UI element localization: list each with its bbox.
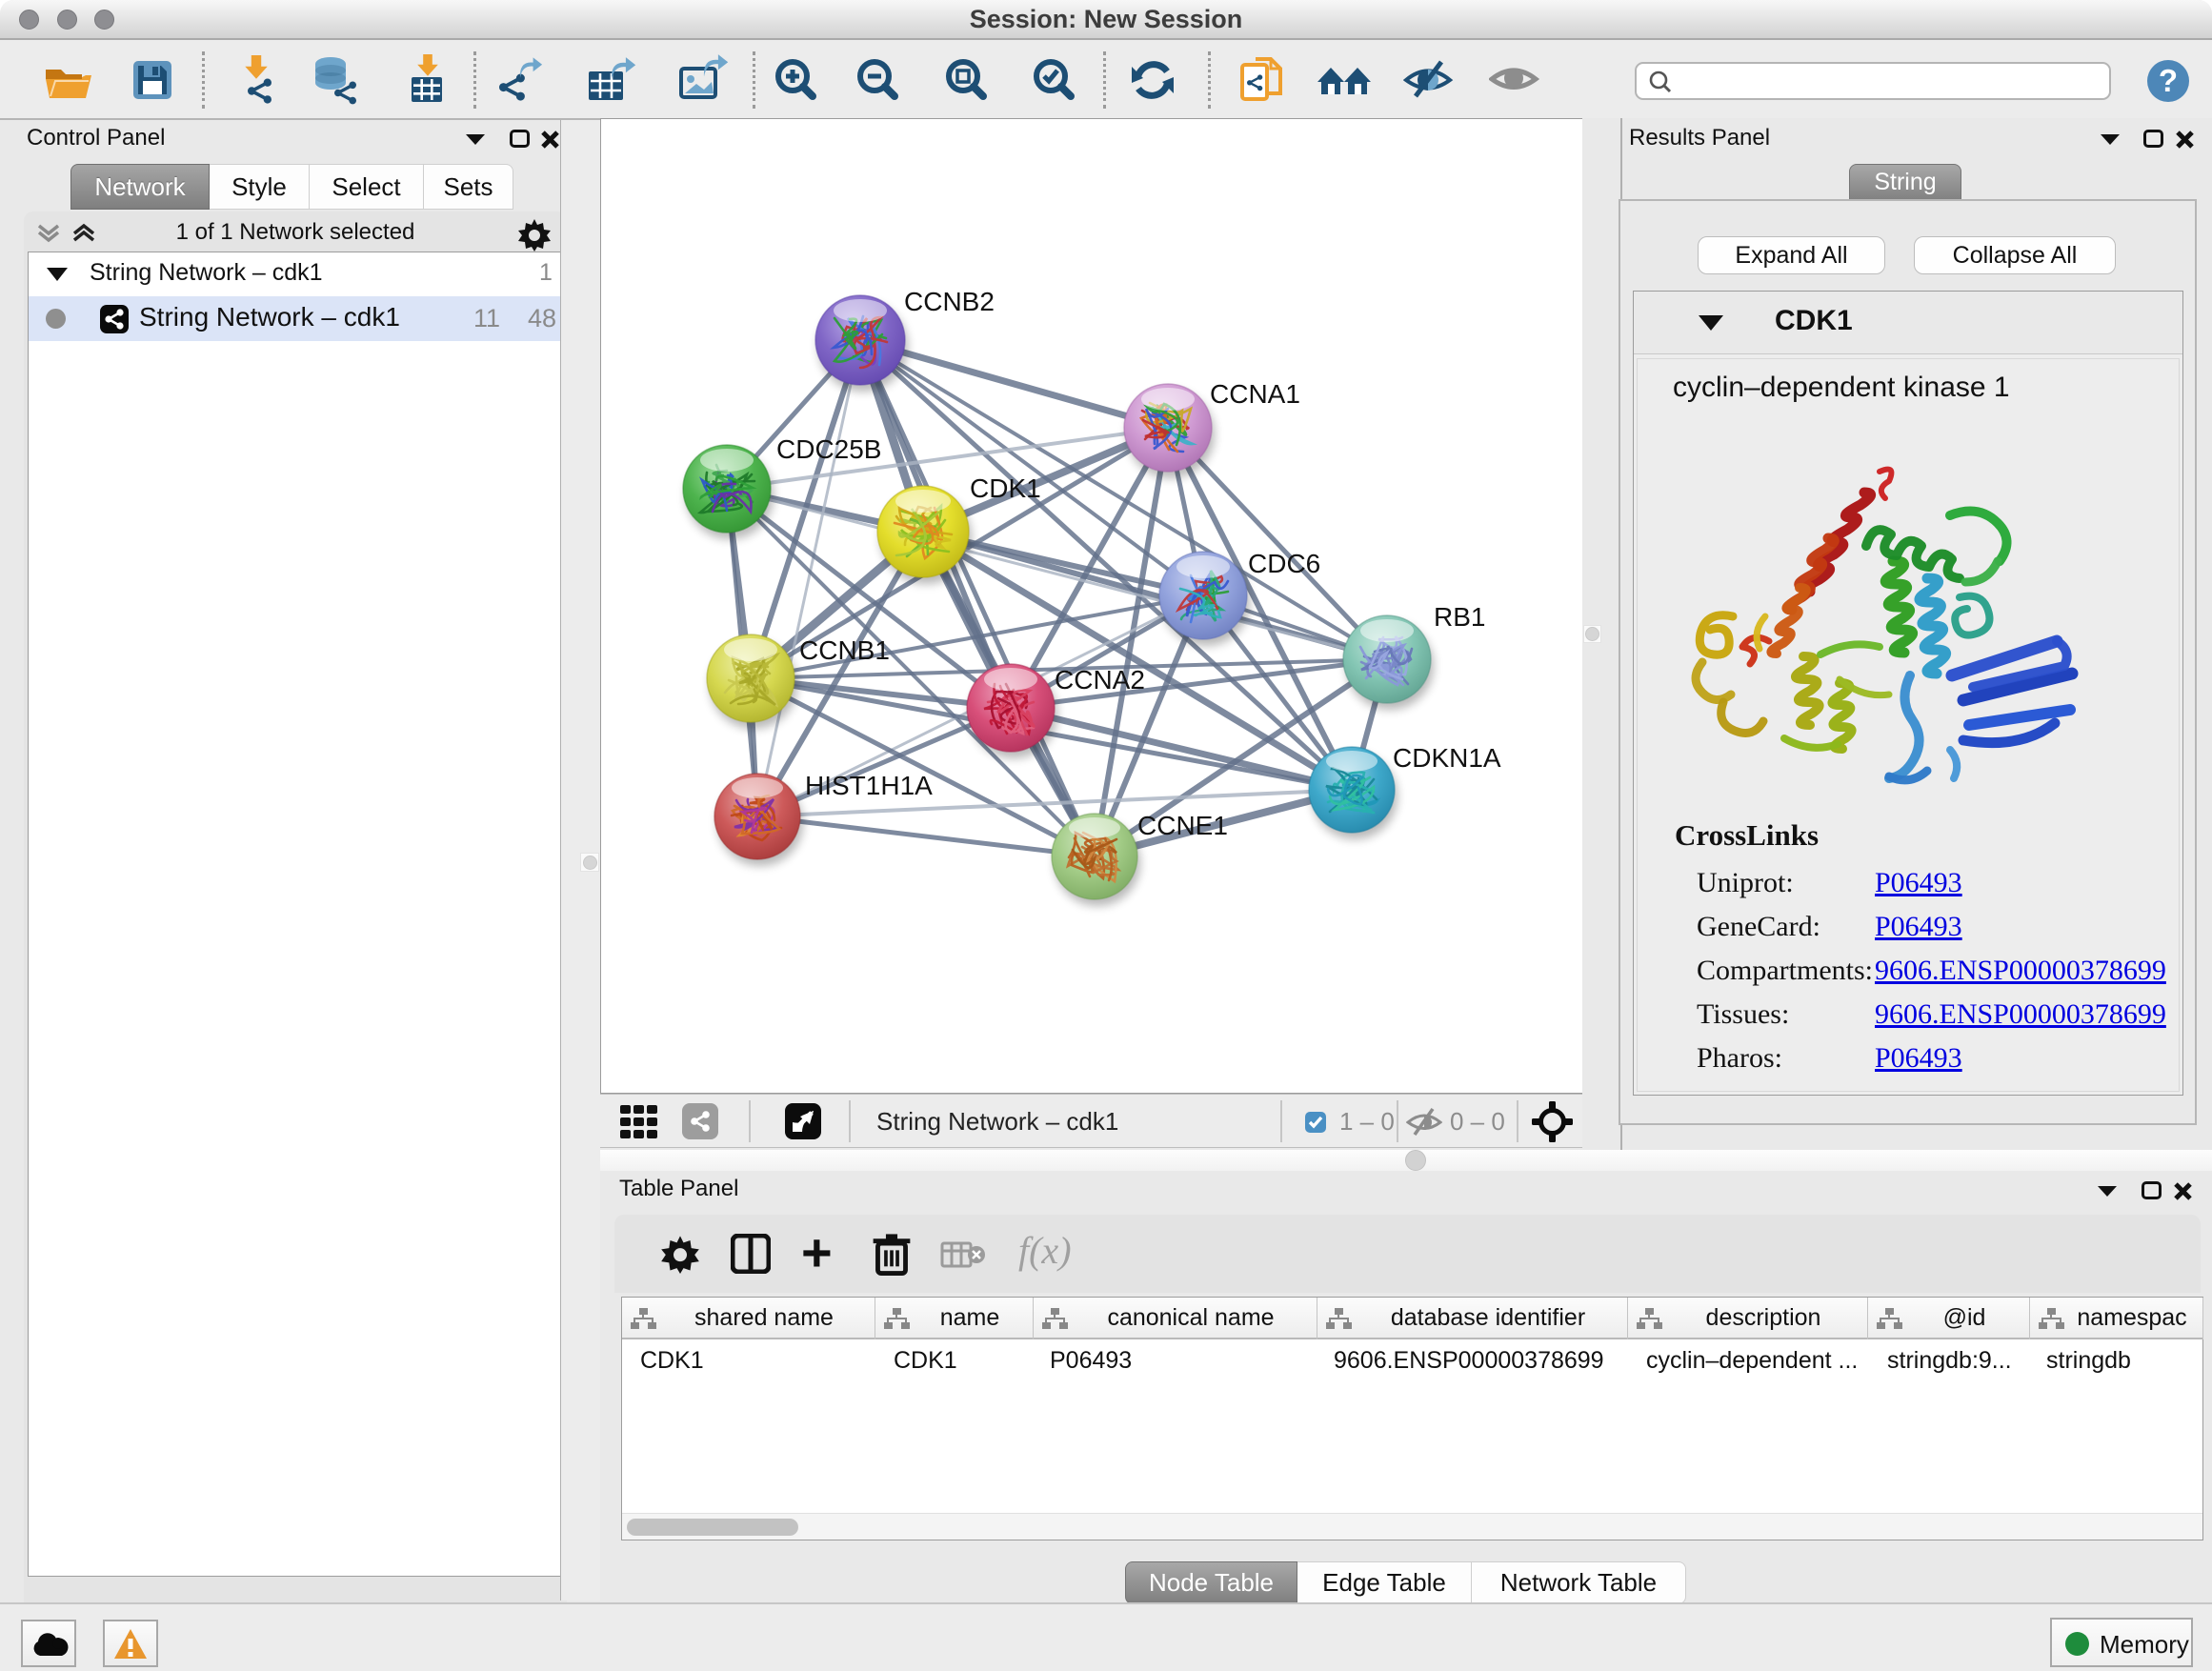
svg-text:HIST1H1A: HIST1H1A <box>805 771 933 800</box>
svg-text:CCNB2: CCNB2 <box>904 287 995 316</box>
svg-text:CCNE1: CCNE1 <box>1137 811 1228 840</box>
svg-text:CDK1: CDK1 <box>970 473 1041 503</box>
svg-text:CDKN1A: CDKN1A <box>1393 743 1501 773</box>
svg-text:CCNB1: CCNB1 <box>799 635 890 665</box>
svg-text:CDC25B: CDC25B <box>776 434 881 464</box>
svg-text:CCNA1: CCNA1 <box>1210 379 1300 409</box>
svg-text:CDC6: CDC6 <box>1248 549 1320 578</box>
svg-text:CCNA2: CCNA2 <box>1055 665 1145 695</box>
svg-text:RB1: RB1 <box>1434 602 1485 632</box>
